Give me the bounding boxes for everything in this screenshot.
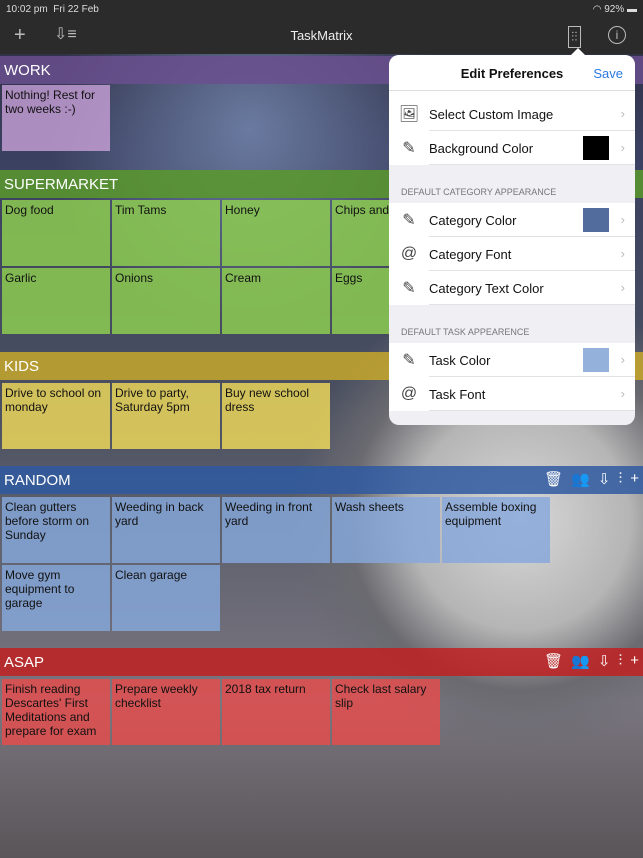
category-header[interactable]: ASAP 🗑 👥 ⇩ ⫶ + <box>0 648 643 676</box>
battery-icon: ▬ <box>627 4 637 15</box>
edit-preferences-popover: Edit Preferences Save 🖼 Select Custom Imag… <box>389 55 635 425</box>
chevron-right-icon: › <box>620 352 625 367</box>
at-icon: @ <box>400 245 418 262</box>
task-tile[interactable]: Clean garage <box>112 565 220 631</box>
color-swatch <box>583 136 609 160</box>
sliders-icon[interactable]: ⫶⫶ <box>568 26 581 48</box>
category-name: WORK <box>4 62 51 79</box>
brush-icon: ✎ <box>402 140 416 157</box>
plus-icon[interactable]: + <box>630 652 639 670</box>
preference-row[interactable]: ✎ Background Color › <box>389 131 635 165</box>
preference-row[interactable]: 🖼 Select Custom Image › <box>389 97 635 131</box>
chevron-right-icon: › <box>620 386 625 401</box>
color-swatch <box>583 208 609 232</box>
task-tile[interactable]: Buy new school dress <box>222 383 330 449</box>
people-icon[interactable]: 👥 <box>571 470 590 488</box>
task-tile[interactable]: Nothing! Rest for two weeks :-) <box>2 85 110 151</box>
section-header: DEFAULT TASK APPEARENCE <box>401 327 530 337</box>
nav-bar: + ⇩≡ TaskMatrix ⫶⫶ i <box>0 18 643 54</box>
preference-row[interactable]: ✎ Task Color › <box>389 343 635 377</box>
trash-icon[interactable]: 🗑 <box>544 470 563 488</box>
preference-row[interactable]: @ Task Font › <box>389 377 635 411</box>
task-tile[interactable]: Clean gutters before storm on Sunday <box>2 497 110 563</box>
task-tile[interactable]: Drive to party, Saturday 5pm <box>112 383 220 449</box>
status-bar: 10:02 pm Fri 22 Feb ◠ 92% ▬ <box>0 0 643 18</box>
preference-label: Category Font <box>429 246 512 262</box>
chevron-right-icon: › <box>620 140 625 155</box>
brush-icon: ✎ <box>402 352 416 369</box>
preference-label: Task Color <box>429 352 491 368</box>
task-tile[interactable]: Dog food <box>2 200 110 266</box>
brush-icon: ✎ <box>402 212 416 229</box>
brush-icon: ✎ <box>402 280 416 297</box>
chevron-right-icon: › <box>620 212 625 227</box>
preference-row[interactable]: ✎ Category Color › <box>389 203 635 237</box>
task-tile[interactable]: Drive to school on monday <box>2 383 110 449</box>
sliders-icon[interactable]: ⫶ <box>618 470 622 488</box>
sort-icon[interactable]: ⇩ <box>598 652 611 670</box>
category-name: KIDS <box>4 358 40 375</box>
save-button[interactable]: Save <box>593 66 623 81</box>
people-icon[interactable]: 👥 <box>571 652 590 670</box>
section-header: DEFAULT CATEGORY APPEARANCE <box>401 187 557 197</box>
status-date: Fri 22 Feb <box>53 4 99 15</box>
image-icon: 🖼 <box>398 106 420 123</box>
category-header[interactable]: RANDOM 🗑 👥 ⇩ ⫶ + <box>0 466 643 494</box>
preference-label: Select Custom Image <box>429 106 554 122</box>
task-tile[interactable]: Move gym equipment to garage <box>2 565 110 631</box>
battery-level: 92% <box>604 4 625 15</box>
plus-icon[interactable]: + <box>630 470 639 488</box>
preference-row[interactable]: ✎ Category Text Color › <box>389 271 635 305</box>
status-time: 10:02 pm <box>6 4 48 15</box>
task-tile[interactable]: Onions <box>112 268 220 334</box>
task-tile[interactable]: Prepare weekly checklist <box>112 679 220 745</box>
task-tile[interactable]: Tim Tams <box>112 200 220 266</box>
category-name: RANDOM <box>4 472 71 489</box>
at-icon: @ <box>400 385 418 402</box>
info-icon[interactable]: i <box>608 26 626 44</box>
category-name: ASAP <box>4 654 45 671</box>
chevron-right-icon: › <box>620 246 625 261</box>
task-tile[interactable]: Wash sheets <box>332 497 440 563</box>
preference-label: Task Font <box>429 386 486 402</box>
color-swatch <box>583 348 609 372</box>
category-name: SUPERMARKET <box>4 176 119 193</box>
task-tile[interactable]: Honey <box>222 200 330 266</box>
wifi-icon: ◠ <box>592 4 602 15</box>
sort-icon[interactable]: ⇩ <box>598 470 611 488</box>
preference-label: Category Color <box>429 212 517 228</box>
task-tile[interactable]: 2018 tax return <box>222 679 330 745</box>
task-tile[interactable]: Assemble boxing equipment <box>442 497 550 563</box>
app-title: TaskMatrix <box>290 28 353 43</box>
task-tile[interactable]: Weeding in front yard <box>222 497 330 563</box>
preference-label: Category Text Color <box>429 280 544 296</box>
sliders-icon[interactable]: ⫶ <box>618 652 622 670</box>
task-tile[interactable]: Check last salary slip <box>332 679 440 745</box>
task-tile[interactable]: Cream <box>222 268 330 334</box>
preference-row[interactable]: @ Category Font › <box>389 237 635 271</box>
chevron-right-icon: › <box>620 280 625 295</box>
task-tile[interactable]: Finish reading Descartes' First Meditati… <box>2 679 110 745</box>
chevron-right-icon: › <box>620 106 625 121</box>
trash-icon[interactable]: 🗑 <box>544 652 563 670</box>
popover-arrow <box>571 48 585 55</box>
task-tile[interactable]: Garlic <box>2 268 110 334</box>
task-tile[interactable]: Weeding in back yard <box>112 497 220 563</box>
preference-label: Background Color <box>429 140 534 156</box>
